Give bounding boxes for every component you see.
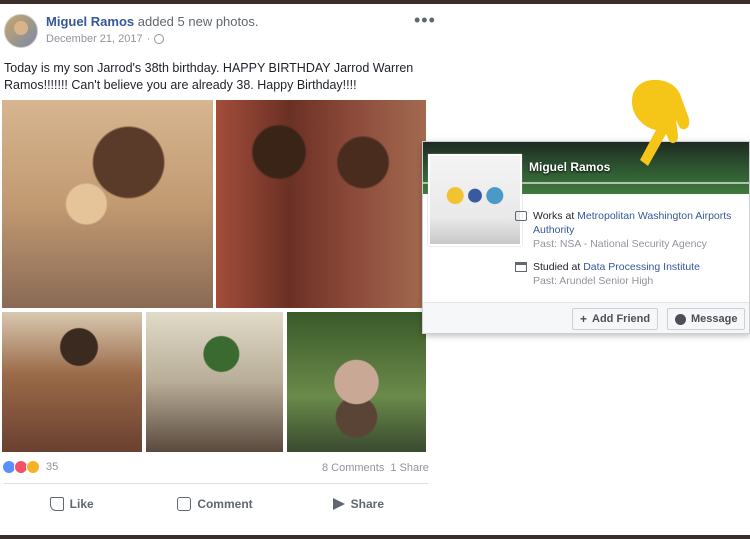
profile-picture[interactable] <box>428 154 522 246</box>
post-date-line: December 21, 2017 · <box>46 33 165 45</box>
post-action-text: added 5 new photos. <box>137 14 259 29</box>
share-button[interactable]: Share <box>287 484 430 524</box>
screenshot-frame: Miguel Ramos added 5 new photos. Decembe… <box>0 4 750 535</box>
message-button[interactable]: Message <box>667 308 746 330</box>
reaction-count: 35 <box>46 461 59 473</box>
graduation-icon <box>515 262 527 272</box>
work-info: Works at Metropolitan Washington Airport… <box>515 209 743 251</box>
comment-icon <box>177 497 192 511</box>
date-separator: · <box>146 33 151 45</box>
wow-reaction-icon <box>26 460 40 474</box>
post-header: Miguel Ramos added 5 new photos. Decembe… <box>0 4 440 56</box>
briefcase-icon <box>515 211 527 221</box>
reactions-summary[interactable]: 35 <box>2 460 58 474</box>
edu-place-link[interactable]: Data Processing Institute <box>583 261 700 273</box>
add-friend-button[interactable]: + Add Friend <box>572 308 659 330</box>
like-button[interactable]: Like <box>0 484 143 524</box>
photo-2[interactable] <box>216 100 426 308</box>
hovercard-name[interactable]: Miguel Ramos <box>529 160 610 174</box>
comment-button[interactable]: Comment <box>143 484 286 524</box>
comments-count-link[interactable]: 8 Comments <box>322 462 384 474</box>
edu-prefix: Studied at <box>533 261 584 273</box>
add-friend-icon: + <box>580 312 588 326</box>
work-past: Past: NSA - National Security Agency <box>533 238 707 250</box>
hovercard-footer: + Add Friend Message <box>423 302 749 333</box>
share-label: Share <box>350 497 384 511</box>
author-avatar[interactable] <box>4 14 38 48</box>
share-icon <box>332 498 345 510</box>
education-info: Studied at Data Processing Institute Pas… <box>515 260 743 288</box>
more-options-icon[interactable]: ••• <box>414 10 436 31</box>
pointing-hand-icon <box>632 79 690 166</box>
shares-count-link[interactable]: 1 Share <box>390 462 429 474</box>
edu-past: Past: Arundel Senior High <box>533 275 654 287</box>
add-friend-label: Add Friend <box>592 313 651 325</box>
post-text: Today is my son Jarrod's 38th birthday. … <box>4 61 414 92</box>
messenger-icon <box>675 313 686 325</box>
work-prefix: Works at <box>533 210 578 222</box>
like-icon <box>49 497 64 511</box>
photo-5[interactable] <box>287 312 426 452</box>
photo-1[interactable] <box>2 100 213 308</box>
author-line: Miguel Ramos added 5 new photos. <box>46 14 258 29</box>
post-stats: 8 Comments 1 Share <box>322 462 429 474</box>
post-actions-bar: Like Comment Share <box>0 484 430 524</box>
globe-icon <box>154 34 165 44</box>
post-date[interactable]: December 21, 2017 <box>46 33 143 45</box>
profile-hovercard: Miguel Ramos Works at Metropolitan Washi… <box>422 141 750 334</box>
photo-4[interactable] <box>146 312 283 452</box>
comment-label: Comment <box>197 497 253 511</box>
message-label: Message <box>691 313 738 325</box>
like-label: Like <box>69 497 94 511</box>
photo-3[interactable] <box>2 312 142 452</box>
profile-picture-image <box>430 156 520 244</box>
author-name-link[interactable]: Miguel Ramos <box>46 14 134 29</box>
